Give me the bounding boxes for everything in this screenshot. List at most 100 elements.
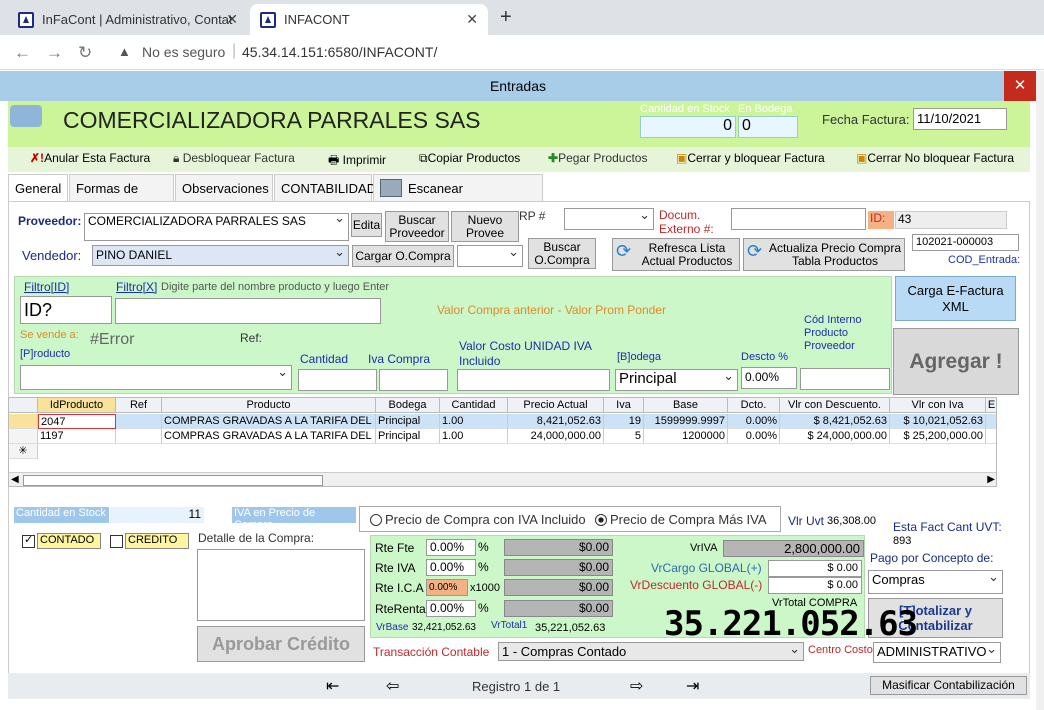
- massify-accounting-button[interactable]: Masificar Contabilización: [870, 676, 1027, 695]
- cost-center-select[interactable]: ADMINISTRATIVO: [873, 642, 1001, 663]
- filter-x-input[interactable]: [115, 298, 381, 324]
- cell-vlr-desc[interactable]: $ 8,421,052.63: [780, 414, 890, 429]
- cell-warehouse[interactable]: Principal: [376, 429, 440, 444]
- col-header-precio[interactable]: Precio Actual: [508, 398, 604, 413]
- edit-supplier-button[interactable]: Edita: [351, 213, 382, 237]
- col-header-e[interactable]: E: [986, 398, 996, 413]
- filter-id-input[interactable]: ID?: [20, 296, 112, 324]
- cell-iva[interactable]: 19: [604, 414, 644, 429]
- unit-cost-input[interactable]: [457, 369, 610, 391]
- cell-id[interactable]: 2047: [38, 414, 116, 429]
- browser-tab-infacont-admin[interactable]: InFaCont | Administrativo, Contat ✕: [8, 4, 248, 35]
- not-secure-label[interactable]: No es seguro: [142, 44, 225, 60]
- col-header-idproducto[interactable]: IdProducto: [38, 398, 116, 413]
- print-button[interactable]: 🖶 Imprimir: [328, 151, 386, 172]
- back-icon[interactable]: ←: [14, 43, 31, 63]
- refresh-products-button[interactable]: ⟳ Refresca Lista Actual Productos: [612, 238, 740, 271]
- add-button[interactable]: Agregar !: [893, 328, 1019, 395]
- close-lock-button[interactable]: ▣Cerrar y bloquear Factura: [676, 151, 825, 165]
- col-header-ref[interactable]: Ref: [116, 398, 162, 413]
- close-nolock-button[interactable]: ▣Cerrar No bloquear Factura: [856, 151, 1014, 165]
- cancel-invoice-button[interactable]: ✗!Anular Esta Factura: [30, 151, 150, 165]
- cell-qty[interactable]: 1.00: [440, 414, 508, 429]
- cell-warehouse[interactable]: Principal: [376, 414, 440, 429]
- grid-horizontal-scrollbar[interactable]: ◀ ▶: [9, 472, 996, 486]
- page-scrollbar[interactable]: [1036, 71, 1044, 710]
- cell-dcto[interactable]: 0.00%: [728, 414, 780, 429]
- cell-vlr-desc[interactable]: $ 24,000,000.00: [780, 429, 890, 444]
- search-po-button[interactable]: Buscar O.Compra: [528, 238, 596, 269]
- invoice-date-input[interactable]: 11/10/2021: [913, 108, 1007, 130]
- cell-id[interactable]: 1197: [38, 429, 116, 444]
- transaction-select[interactable]: 1 - Compras Contado: [498, 642, 804, 661]
- tab-observations[interactable]: Observaciones: [175, 174, 273, 202]
- row-selector[interactable]: [9, 429, 38, 444]
- next-record-icon[interactable]: ⇨: [630, 676, 643, 696]
- cell-ref[interactable]: [116, 429, 162, 444]
- po-select[interactable]: [457, 245, 523, 267]
- unlock-invoice-button[interactable]: 🔒︎ Desbloquear Factura: [173, 151, 295, 166]
- radio-iva-included[interactable]: Precio de Compra con IVA Incluido: [370, 512, 586, 527]
- first-record-icon[interactable]: ⇤: [326, 676, 339, 696]
- rp-select[interactable]: [564, 208, 654, 230]
- close-tab-icon[interactable]: ✕: [466, 11, 478, 28]
- tab-general[interactable]: General: [8, 174, 68, 203]
- concept-select[interactable]: Compras: [868, 570, 1003, 594]
- search-supplier-button[interactable]: Buscar Proveedor: [385, 211, 449, 242]
- contado-checkbox[interactable]: ✓: [22, 534, 35, 548]
- qty-input[interactable]: [298, 369, 377, 391]
- scroll-thumb[interactable]: [23, 475, 323, 486]
- warehouse-select[interactable]: Principal: [615, 369, 738, 391]
- col-header-iva[interactable]: Iva: [604, 398, 644, 413]
- discount-global-input[interactable]: $ 0.00: [768, 577, 862, 594]
- row-selector[interactable]: [9, 414, 38, 429]
- seller-select[interactable]: PINO DANIEL: [92, 245, 349, 266]
- external-doc-input[interactable]: [731, 208, 866, 230]
- cell-dcto[interactable]: 0.00%: [728, 429, 780, 444]
- col-header-vlr-iva[interactable]: Vlr con Iva: [890, 398, 986, 413]
- cell-vlr-iva[interactable]: $ 25,200,000.00: [890, 429, 986, 444]
- rtefte-pct[interactable]: 0.00%: [426, 539, 476, 556]
- cell-product[interactable]: COMPRAS GRAVADAS A LA TARIFA DEL: [162, 414, 376, 429]
- col-header-producto[interactable]: Producto: [162, 398, 376, 413]
- scroll-right-icon[interactable]: ▶: [987, 474, 995, 485]
- credito-checkbox[interactable]: [110, 535, 123, 548]
- cell-iva[interactable]: 5: [604, 429, 644, 444]
- url-text[interactable]: 45.34.14.151:6580/INFACONT/: [242, 44, 437, 60]
- forward-icon[interactable]: →: [46, 43, 63, 63]
- update-price-button[interactable]: ⟳ Actualiza Precio Compra Tabla Productos: [743, 238, 905, 271]
- cell-vlr-iva[interactable]: $ 10,021,052.63: [890, 414, 986, 429]
- rterenta-pct[interactable]: 0.00%: [426, 600, 476, 617]
- tab-accounting[interactable]: CONTABILIDAD: [274, 174, 376, 202]
- load-po-button[interactable]: Cargar O.Compra: [352, 245, 454, 267]
- discount-input[interactable]: 0.00%: [741, 367, 797, 389]
- cell-price[interactable]: 8,421,052.63: [508, 414, 604, 429]
- tab-payment-methods[interactable]: Formas de Pago: [69, 174, 174, 224]
- close-tab-icon[interactable]: ✕: [226, 11, 238, 28]
- reload-icon[interactable]: ↻: [78, 43, 92, 63]
- cargo-input[interactable]: $ 0.00: [768, 560, 862, 577]
- col-header-dcto[interactable]: Dcto.: [728, 398, 780, 413]
- approve-credit-button[interactable]: Aprobar Crédito: [197, 626, 365, 662]
- new-supplier-button[interactable]: Nuevo Provee: [451, 211, 519, 242]
- cell-product[interactable]: COMPRAS GRAVADAS A LA TARIFA DEL: [162, 429, 376, 444]
- col-header-base[interactable]: Base: [644, 398, 728, 413]
- supplier-code-input[interactable]: [800, 368, 890, 390]
- paste-products-button[interactable]: ✚Pegar Productos: [548, 151, 647, 165]
- load-xml-button[interactable]: Carga E-Factura XML: [895, 276, 1016, 321]
- warning-icon[interactable]: ▲: [118, 44, 131, 59]
- copy-products-button[interactable]: ⧉Copiar Productos: [419, 151, 520, 166]
- rteiva-pct[interactable]: 0.00%: [426, 559, 476, 576]
- col-header-cantidad[interactable]: Cantidad: [440, 398, 508, 413]
- new-row-asterisk-icon[interactable]: ✳: [9, 444, 38, 459]
- product-select[interactable]: [20, 365, 292, 390]
- cell-base[interactable]: 1200000: [644, 429, 728, 444]
- iva-input[interactable]: [379, 369, 448, 391]
- last-record-icon[interactable]: ⇥: [686, 676, 699, 696]
- prev-record-icon[interactable]: ⇦: [386, 676, 399, 696]
- cell-ref[interactable]: [116, 414, 162, 429]
- new-tab-button[interactable]: +: [500, 6, 512, 29]
- tab-scan-documents[interactable]: Escanear Documentos: [373, 174, 543, 224]
- cell-qty[interactable]: 1.00: [440, 429, 508, 444]
- cell-price[interactable]: 24,000,000.00: [508, 429, 604, 444]
